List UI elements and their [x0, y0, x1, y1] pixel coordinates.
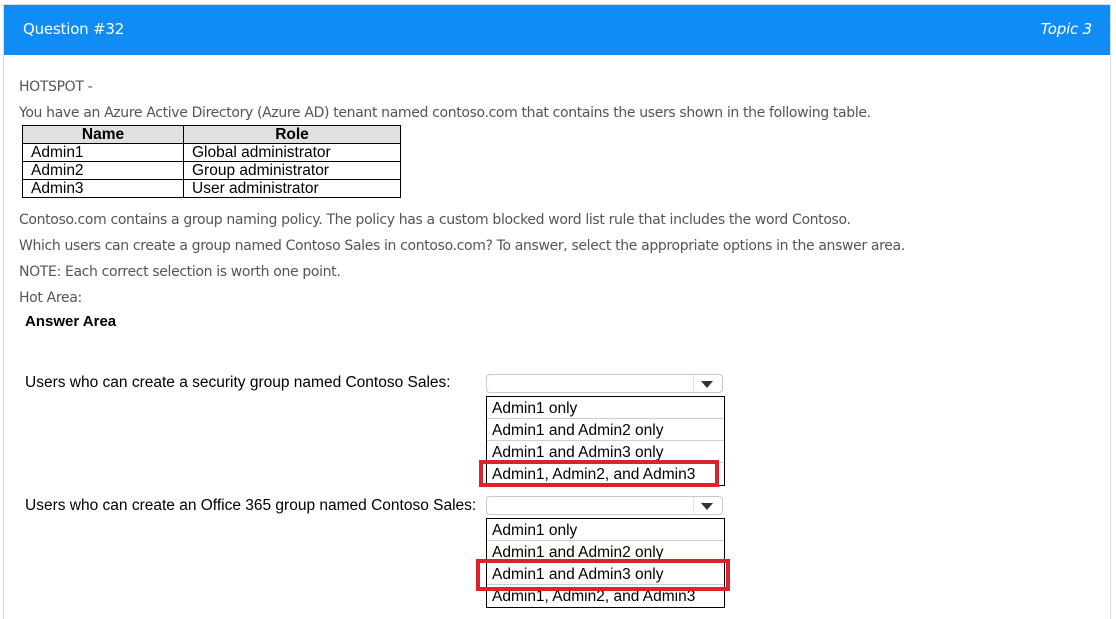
option-admin1-only[interactable]: Admin1 only	[487, 519, 724, 541]
hot-area-label: Hot Area:	[19, 290, 82, 306]
note-text: NOTE: Each correct selection is worth on…	[19, 264, 341, 280]
table-cell-name: Admin1	[22, 143, 184, 162]
office365-group-options: Admin1 only Admin1 and Admin2 only Admin…	[486, 518, 725, 608]
table-row: Admin2 Group administrator	[22, 161, 401, 180]
table-header-row: Name Role	[22, 125, 401, 144]
office365-group-question: Users who can create an Office 365 group…	[25, 497, 477, 514]
dropdown-button[interactable]	[693, 497, 722, 514]
dropdown-button[interactable]	[693, 375, 722, 392]
option-admin1-admin3[interactable]: Admin1 and Admin3 only	[487, 563, 724, 585]
table-cell-role: Group administrator	[183, 161, 401, 180]
option-admin1-only[interactable]: Admin1 only	[487, 397, 724, 419]
users-table: Name Role Admin1 Global administrator Ad…	[22, 125, 401, 198]
security-group-options: Admin1 only Admin1 and Admin2 only Admin…	[486, 396, 725, 486]
table-row: Admin1 Global administrator	[22, 143, 401, 162]
security-group-dropdown[interactable]	[486, 374, 723, 393]
chevron-down-icon	[701, 503, 713, 510]
office365-group-dropdown[interactable]	[486, 496, 723, 515]
option-admin1-admin3[interactable]: Admin1 and Admin3 only	[487, 441, 724, 463]
table-cell-name: Admin3	[22, 179, 184, 198]
table-cell-name: Admin2	[22, 161, 184, 180]
answer-area-title: Answer Area	[25, 313, 117, 330]
chevron-down-icon	[701, 381, 713, 388]
policy-text: Contoso.com contains a group naming poli…	[19, 212, 851, 228]
table-row: Admin3 User administrator	[22, 179, 401, 198]
option-admin1-admin2[interactable]: Admin1 and Admin2 only	[487, 541, 724, 563]
question-intro: You have an Azure Active Directory (Azur…	[19, 105, 871, 121]
security-group-question: Users who can create a security group na…	[25, 374, 451, 391]
question-header: Question #32 Topic 3	[4, 5, 1110, 55]
topic-label[interactable]: Topic 3	[1041, 20, 1093, 38]
table-header-name: Name	[22, 125, 184, 144]
table-header-role: Role	[183, 125, 401, 144]
option-admin1-admin2[interactable]: Admin1 and Admin2 only	[487, 419, 724, 441]
question-text: Which users can create a group named Con…	[19, 238, 905, 254]
table-cell-role: Global administrator	[183, 143, 401, 162]
option-all-admins[interactable]: Admin1, Admin2, and Admin3	[487, 585, 724, 607]
option-all-admins[interactable]: Admin1, Admin2, and Admin3	[487, 463, 724, 485]
question-type: HOTSPOT -	[19, 79, 93, 95]
table-cell-role: User administrator	[183, 179, 401, 198]
question-number: Question #32	[23, 20, 125, 38]
